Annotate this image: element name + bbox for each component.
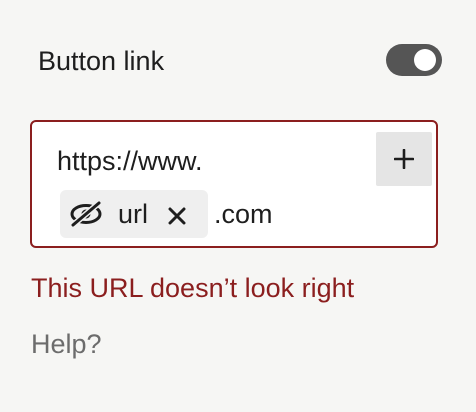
eye-slash-icon — [70, 201, 102, 227]
help-link[interactable]: Help? — [31, 327, 102, 361]
url-variable-chip[interactable]: url — [60, 190, 208, 238]
chip-remove-button[interactable] — [164, 202, 190, 228]
toggle-knob — [414, 49, 436, 71]
button-link-label: Button link — [38, 46, 165, 76]
close-icon — [168, 207, 186, 225]
chip-label: url — [118, 199, 149, 229]
url-input-box[interactable]: https://www. url .com — [30, 120, 438, 248]
url-prefix: https://www. — [57, 146, 203, 176]
url-error-message: This URL doesn’t look right — [31, 273, 355, 303]
url-suffix: .com — [214, 199, 273, 229]
button-link-row: Button link — [38, 42, 442, 80]
button-link-toggle[interactable] — [386, 44, 442, 76]
add-button[interactable] — [376, 132, 432, 186]
plus-icon — [394, 149, 414, 169]
